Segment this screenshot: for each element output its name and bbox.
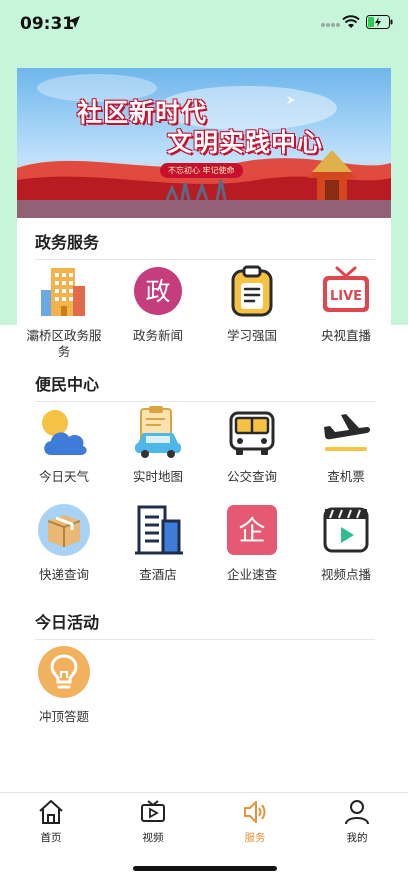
section-title-gov: 政务服务 (35, 233, 100, 252)
package-icon (38, 504, 90, 556)
section-divider (35, 639, 375, 640)
grid-item-bus[interactable]: 公交查询 (205, 405, 299, 485)
grid-item-label: 央视直播 (320, 328, 371, 343)
grid-item-label: 查机票 (327, 469, 365, 484)
user-icon (345, 800, 369, 825)
grid-item-label: 冲顶答题 (38, 709, 89, 724)
tab-video[interactable]: 视频 (123, 799, 183, 845)
grid-item-label: 查酒店 (139, 567, 177, 582)
grid-item-cctv-live[interactable]: LIVE 央视直播 (299, 264, 393, 344)
grid-item-weather[interactable]: 今日天气 (17, 405, 111, 485)
home-icon (39, 800, 63, 824)
battery-charging-icon (366, 15, 393, 29)
banner-slogan: 不忘初心 牢记使命 (160, 163, 243, 178)
airplane-icon (324, 414, 370, 451)
grid-item-label: 学习强国 (226, 328, 277, 343)
grid-item-label: 公交查询 (226, 469, 277, 484)
building-icon (41, 268, 85, 316)
svg-text:企: 企 (239, 516, 266, 547)
weather-icon (42, 410, 87, 455)
location-arrow-icon (68, 16, 80, 28)
grid-item-label: 视频点播 (320, 567, 371, 582)
speaker-icon (244, 801, 266, 823)
section-title-activity: 今日活动 (35, 613, 100, 632)
tab-service[interactable]: 服务 (225, 799, 285, 845)
zheng-badge-icon: 政 (134, 267, 182, 315)
grid-item-map[interactable]: 实时地图 (111, 405, 205, 485)
grid-item-label: 今日天气 (38, 469, 89, 484)
section-title-convenience: 便民中心 (35, 375, 100, 394)
grid-item-quiz[interactable]: 冲顶答题 (17, 645, 111, 725)
svg-text:政: 政 (145, 277, 170, 306)
clipboard-icon (231, 265, 273, 317)
bus-icon (229, 411, 275, 455)
grid-item-study[interactable]: 学习强国 (205, 264, 299, 344)
grid-item-express[interactable]: 快递查询 (17, 503, 111, 583)
status-time: 09:31 (20, 14, 75, 34)
banner[interactable]: 社区新时代 文明实践中心 不忘初心 牢记使命 (17, 68, 391, 218)
live-tv-icon: LIVE (323, 266, 369, 312)
enterprise-icon: 企 (227, 505, 277, 555)
grid-item-label: 灞桥区政务服务 (26, 328, 102, 359)
grid-item-hotel[interactable]: 查酒店 (111, 503, 205, 583)
svg-text:LIVE: LIVE (330, 289, 362, 304)
grid-item-video[interactable]: 视频点播 (299, 503, 393, 583)
grid-item-enterprise[interactable]: 企 企业速查 (205, 503, 299, 583)
grid-item-label: 企业速查 (226, 567, 277, 582)
tab-label: 服务 (244, 832, 266, 844)
grid-item-label: 实时地图 (132, 469, 183, 484)
grid-item-label: 快递查询 (38, 567, 89, 582)
tab-label: 我的 (346, 832, 368, 844)
tab-label: 首页 (40, 832, 62, 844)
home-indicator (133, 866, 277, 871)
hotel-icon (135, 505, 183, 555)
video-play-icon (323, 507, 369, 553)
wifi-icon (342, 15, 360, 28)
grid-item-gov-news[interactable]: 政 政务新闻 (111, 264, 205, 344)
lightbulb-icon (38, 646, 90, 698)
tab-home[interactable]: 首页 (21, 799, 81, 845)
cellular-signal-icon (321, 23, 340, 27)
grid-item-gov-portal[interactable]: 灞桥区政务服务 (17, 264, 111, 360)
grid-item-flights[interactable]: 查机票 (299, 405, 393, 485)
service-content: 社区新时代 文明实践中心 不忘初心 牢记使命 政务服务 灞桥区政务服务 政 政务… (17, 68, 391, 792)
grid-item-label: 政务新闻 (132, 328, 183, 343)
section-divider (35, 259, 375, 260)
status-bar: 09:31 (0, 0, 408, 50)
tab-label: 视频 (142, 832, 164, 844)
tab-profile[interactable]: 我的 (327, 799, 387, 845)
map-car-icon (135, 406, 181, 458)
section-divider (35, 401, 375, 402)
tv-icon (141, 800, 165, 822)
banner-title-line2: 文明实践中心 (167, 128, 324, 157)
